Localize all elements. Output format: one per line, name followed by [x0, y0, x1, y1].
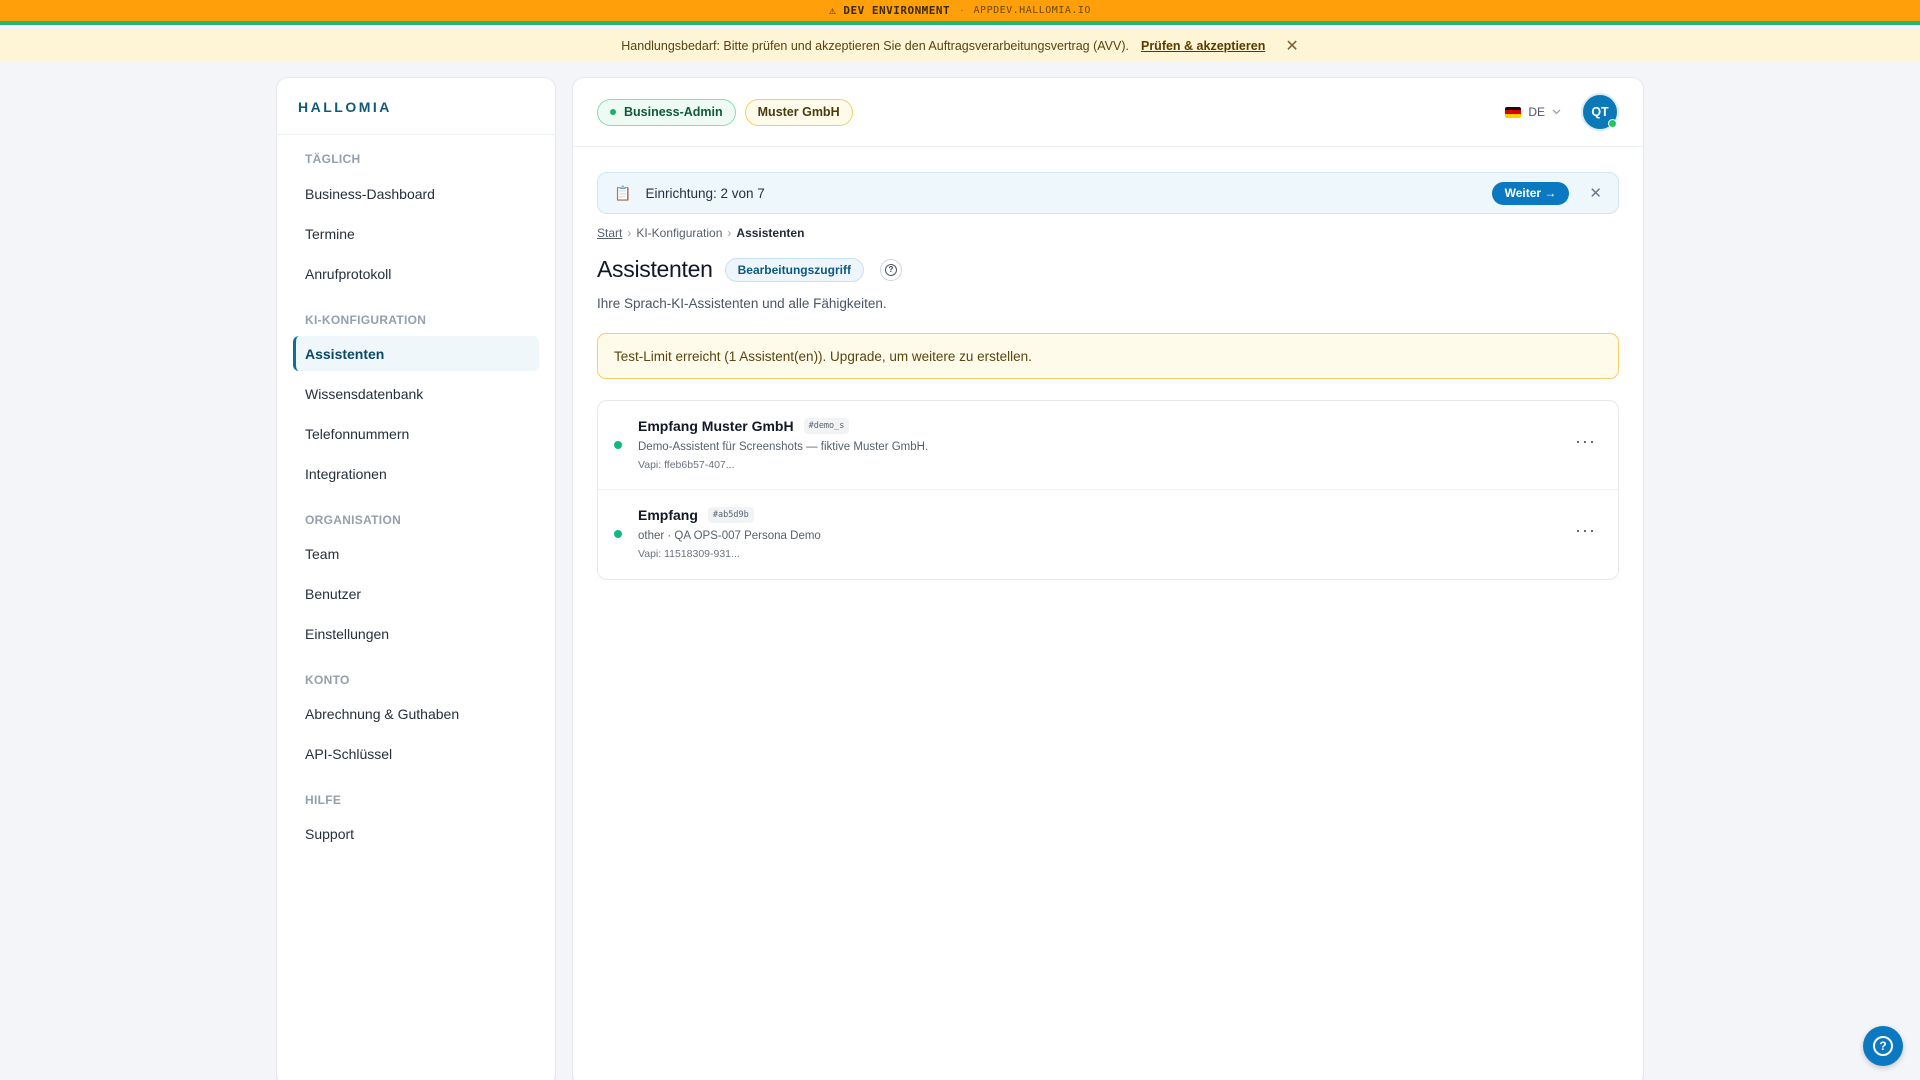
assistant-tag: #demo_s: [803, 418, 850, 434]
assistant-list: Empfang Muster GmbH #demo_s Demo-Assiste…: [597, 400, 1619, 580]
dev-host-label: APPDEV.HALLOMIA.IO: [973, 5, 1091, 16]
assistant-row[interactable]: Empfang #ab5d9b other · QA OPS-007 Perso…: [598, 490, 1618, 579]
avv-review-link[interactable]: Prüfen & akzeptieren: [1141, 39, 1265, 53]
sidebar-item-integrationen[interactable]: Integrationen: [293, 456, 539, 491]
brand-logo[interactable]: HALLOMIA: [277, 78, 555, 135]
help-chat-button[interactable]: ?: [1863, 1026, 1903, 1066]
sidebar-section-taeglich: TÄGLICH: [305, 152, 361, 166]
help-icon: ?: [1873, 1036, 1893, 1056]
assistant-description: Demo-Assistent für Screenshots — fiktive…: [638, 441, 929, 453]
breadcrumb-start[interactable]: Start: [597, 226, 622, 240]
language-label: DE: [1528, 105, 1545, 119]
sidebar-section-organisation: ORGANISATION: [305, 513, 402, 527]
online-status-icon: [1608, 119, 1617, 128]
close-icon[interactable]: ✕: [1285, 36, 1298, 56]
sidebar-item-wissensdatenbank[interactable]: Wissensdatenbank: [293, 376, 539, 411]
sidebar-item-termine[interactable]: Termine: [293, 216, 539, 251]
chevron-down-icon: [1552, 109, 1561, 115]
organization-badge[interactable]: Muster GmbH: [744, 98, 853, 126]
sidebar-section-ki-konfiguration: KI-KONFIGURATION: [305, 313, 427, 327]
setup-progress-banner: 📋 Einrichtung: 2 von 7 Weiter → ✕: [597, 172, 1619, 214]
dev-banner-separator: ·: [960, 5, 964, 16]
avv-notice-banner: Handlungsbedarf: Bitte prüfen und akzept…: [0, 29, 1920, 62]
sidebar-section-konto: KONTO: [305, 673, 350, 687]
active-status-icon: [614, 441, 622, 449]
sidebar-item-support[interactable]: Support: [293, 816, 539, 851]
sidebar-item-einstellungen[interactable]: Einstellungen: [293, 616, 539, 651]
assistant-name-line: Empfang Muster GmbH #demo_s: [638, 418, 850, 434]
sidebar-item-business-dashboard[interactable]: Business-Dashboard: [293, 176, 539, 211]
assistant-name[interactable]: Empfang: [638, 507, 698, 523]
sidebar-item-anrufprotokoll[interactable]: Anrufprotokoll: [293, 256, 539, 291]
role-badge-label: Business-Admin: [624, 105, 723, 119]
german-flag-icon: [1505, 106, 1522, 118]
assistant-description: other · QA OPS-007 Persona Demo: [638, 530, 821, 542]
sidebar: HALLOMIA TÄGLICH Business-Dashboard Term…: [276, 77, 556, 1080]
dev-environment-banner: ⚠ DEV ENVIRONMENT · APPDEV.HALLOMIA.IO: [0, 0, 1920, 25]
sidebar-item-api-schluessel[interactable]: API-Schlüssel: [293, 736, 539, 771]
sidebar-item-abrechnung[interactable]: Abrechnung & Guthaben: [293, 696, 539, 731]
sidebar-section-hilfe: HILFE: [305, 793, 342, 807]
page-title-row: Assistenten Bearbeitungszugriff ?: [597, 256, 902, 283]
page-subtitle: Ihre Sprach-KI-Assistenten und alle Fähi…: [597, 296, 887, 311]
avatar-initials: QT: [1591, 105, 1609, 119]
assistant-vapi-id: Vapi: 11518309-931...: [638, 548, 740, 560]
top-bar: Business-Admin Muster GmbH DE QT: [573, 78, 1643, 147]
avv-notice-text: Handlungsbedarf: Bitte prüfen und akzept…: [621, 38, 1129, 53]
sidebar-item-assistenten[interactable]: Assistenten: [293, 336, 539, 371]
help-icon[interactable]: ?: [879, 258, 902, 281]
role-badge: Business-Admin: [597, 98, 736, 126]
main-panel: Business-Admin Muster GmbH DE QT 📋 Einri…: [572, 77, 1644, 1080]
sidebar-item-team[interactable]: Team: [293, 536, 539, 571]
clipboard-icon: 📋: [614, 184, 632, 201]
more-options-icon[interactable]: ···: [1575, 431, 1596, 452]
breadcrumb-ki-konfiguration[interactable]: KI-Konfiguration: [636, 226, 722, 240]
breadcrumb-current: Assistenten: [736, 226, 805, 240]
trial-limit-alert: Test-Limit erreicht (1 Assistent(en)). U…: [597, 333, 1619, 379]
setup-next-button[interactable]: Weiter →: [1491, 181, 1570, 205]
sidebar-item-benutzer[interactable]: Benutzer: [293, 576, 539, 611]
language-selector[interactable]: DE: [1505, 105, 1561, 119]
assistant-name[interactable]: Empfang Muster GmbH: [638, 418, 794, 434]
breadcrumb-separator: ›: [627, 226, 632, 240]
breadcrumb: Start › KI-Konfiguration › Assistenten: [597, 226, 804, 240]
access-badge: Bearbeitungszugriff: [724, 257, 864, 282]
close-icon[interactable]: ✕: [1589, 184, 1602, 202]
page-title: Assistenten: [597, 256, 713, 282]
setup-progress-text: Einrichtung: 2 von 7: [645, 185, 765, 201]
status-dot-icon: [610, 109, 616, 115]
user-avatar[interactable]: QT: [1581, 93, 1619, 131]
breadcrumb-separator: ›: [727, 226, 732, 240]
assistant-vapi-id: Vapi: ffeb6b57-407...: [638, 459, 735, 471]
assistant-tag: #ab5d9b: [707, 507, 754, 523]
more-options-icon[interactable]: ···: [1575, 520, 1596, 541]
sidebar-item-telefonnummern[interactable]: Telefonnummern: [293, 416, 539, 451]
dev-environment-label: ⚠ DEV ENVIRONMENT: [829, 4, 951, 17]
assistant-name-line: Empfang #ab5d9b: [638, 507, 754, 523]
active-status-icon: [614, 530, 622, 538]
assistant-row[interactable]: Empfang Muster GmbH #demo_s Demo-Assiste…: [598, 401, 1618, 490]
